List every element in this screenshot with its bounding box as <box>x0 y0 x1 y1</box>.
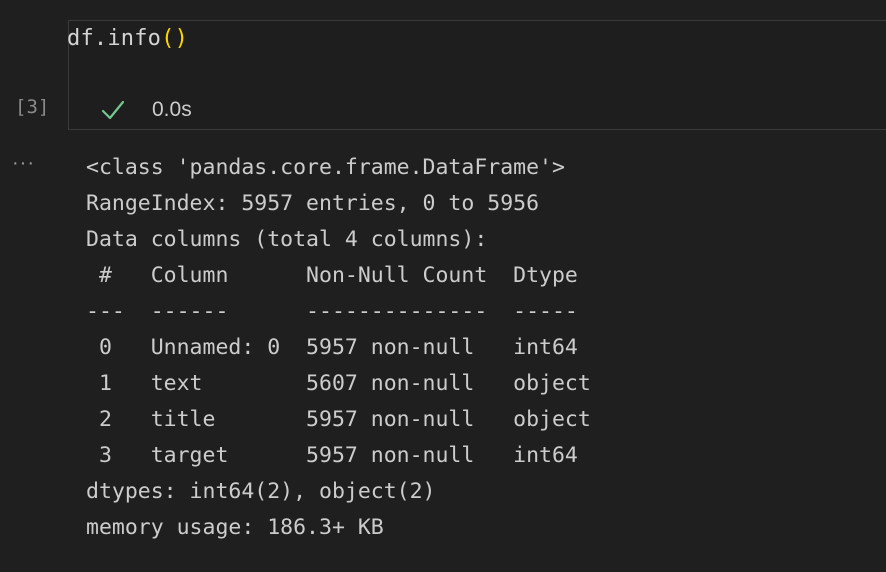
execution-count: [3] <box>15 96 50 118</box>
check-icon <box>100 97 126 123</box>
execution-duration: 0.0s <box>152 98 192 121</box>
code-parens: () <box>161 26 189 51</box>
code-editor-line[interactable]: df.info() <box>67 26 188 51</box>
execution-status: 0.0s <box>100 95 192 125</box>
output-table-row: 1 text 5607 non-null object <box>86 371 591 396</box>
output-line: Data columns (total 4 columns): <box>86 227 488 252</box>
output-line: <class 'pandas.core.frame.DataFrame'> <box>86 155 565 180</box>
output-table-row: 2 title 5957 non-null object <box>86 407 591 432</box>
output-table-header: # Column Non-Null Count Dtype <box>86 263 591 288</box>
output-more-actions-icon[interactable]: ··· <box>12 152 35 175</box>
output-table-row: 3 target 5957 non-null int64 <box>86 443 591 468</box>
output-line: memory usage: 186.3+ KB <box>86 515 384 540</box>
output-line: dtypes: int64(2), object(2) <box>86 479 436 504</box>
output-table-row: 0 Unnamed: 0 5957 non-null int64 <box>86 335 591 360</box>
cell-output: <class 'pandas.core.frame.DataFrame'> Ran… <box>86 150 591 546</box>
output-line: RangeIndex: 5957 entries, 0 to 5956 <box>86 191 540 216</box>
code-text: df.info <box>67 26 162 51</box>
output-table-separator: --- ------ -------------- ----- <box>86 299 591 324</box>
